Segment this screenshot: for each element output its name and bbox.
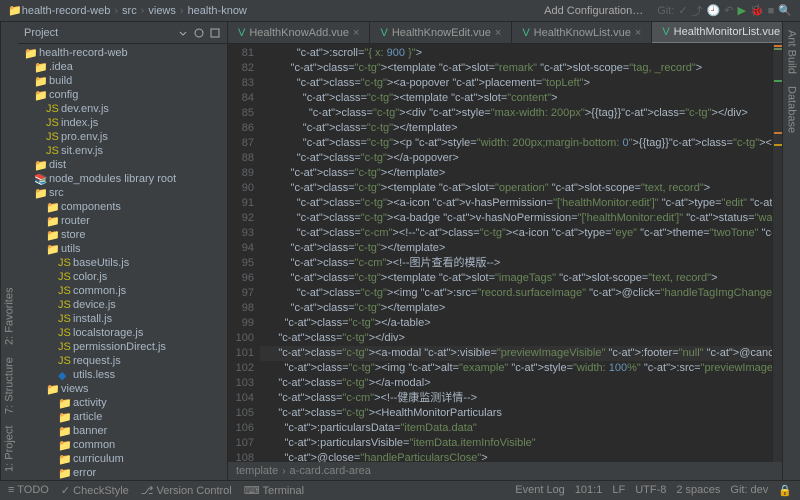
left-tool-window-bar[interactable]: 1: Project7: Structure2: Favorites [0,22,18,480]
tree-item[interactable]: 📁health-record-web [18,46,227,60]
code-editor[interactable]: "c-at">:scroll="{ x: 900 }"> "c-at">clas… [260,44,772,462]
tree-item[interactable]: 📁config [18,88,227,102]
lock-icon: 🔒 [778,484,792,497]
tree-item[interactable]: JSdev.env.js [18,102,227,116]
tree-item[interactable]: JScolor.js [18,270,227,284]
collapse-icon[interactable] [177,27,189,39]
hide-icon[interactable] [209,27,221,39]
add-config-link[interactable]: Add Configuration… [544,5,643,17]
git-branch[interactable]: Git: dev [730,484,768,497]
title-bar: 📁 health-record-web› src› views› health-… [0,0,800,22]
editor-tab[interactable]: VHealthMonitorList.vue× [652,22,782,43]
indent[interactable]: 2 spaces [676,484,720,497]
debug-icon[interactable]: 🐞 [750,4,764,17]
tree-item[interactable]: 📁common [18,438,227,452]
tree-item[interactable]: JSdevice.js [18,298,227,312]
tree-item[interactable]: JSpermissionDirect.js [18,340,227,354]
tree-item[interactable]: JSpro.env.js [18,130,227,144]
line-sep[interactable]: LF [612,484,625,497]
project-panel: Project 📁health-record-web📁.idea📁build📁c… [18,22,228,480]
tool-todo[interactable]: ≡ TODO [8,484,49,497]
tree-item[interactable]: 📁build [18,74,227,88]
close-icon[interactable]: × [495,27,501,39]
run-icon[interactable]: ▶ [737,4,745,17]
close-icon[interactable]: × [353,27,359,39]
tree-item[interactable]: JSindex.js [18,116,227,130]
event-log[interactable]: Event Log [515,484,565,497]
tree-item[interactable]: 📁.idea [18,60,227,74]
tree-item[interactable]: 📁article [18,410,227,424]
tree-item[interactable]: 📁utils [18,242,227,256]
toolbar-icons: Git: ✓ ⤴ 🕘 ↶ ▶ 🐞 ■ 🔍 [657,3,792,19]
status-bar: ≡ TODO ✓ CheckStyle ⎇ Version Control ⌨ … [0,480,800,500]
tree-item[interactable]: 📁banner [18,424,227,438]
tool-checkstyle[interactable]: ✓ CheckStyle [61,484,129,497]
editor-tab[interactable]: VHealthKnowEdit.vue× [370,22,512,43]
tree-item[interactable]: 📁dist [18,158,227,172]
vcs-update-icon[interactable]: ✓ [678,4,687,17]
tool-vcs[interactable]: ⎇ Version Control [141,484,232,497]
close-icon[interactable]: × [635,27,641,39]
line-gutter: 8182838485868788899091929394959697989910… [228,44,260,462]
tree-item[interactable]: 📚node_modules library root [18,172,227,186]
tree-item[interactable]: JSrequest.js [18,354,227,368]
cursor-pos: 101:1 [575,484,603,497]
vcs-history-icon[interactable]: 🕘 [707,4,721,17]
stop-icon[interactable]: ■ [768,5,775,17]
editor-tab[interactable]: VHealthKnowList.vue× [512,22,652,43]
tree-item[interactable]: 📁curriculum [18,452,227,466]
tree-item[interactable]: JSbaseUtils.js [18,256,227,270]
tree-item[interactable]: 📁router [18,214,227,228]
encoding[interactable]: UTF-8 [635,484,666,497]
app-icon: 📁 [8,4,22,17]
tree-item[interactable]: 📁activity [18,396,227,410]
gear-icon[interactable] [193,27,205,39]
tree-item[interactable]: JSlocalstorage.js [18,326,227,340]
breadcrumb: health-record-web› src› views› health-kn… [22,5,530,17]
tree-item[interactable]: JScommon.js [18,284,227,298]
tree-item[interactable]: 📁views [18,382,227,396]
undo-icon[interactable]: ↶ [724,4,733,17]
tree-item[interactable]: ◆utils.less [18,368,227,382]
project-tree[interactable]: 📁health-record-web📁.idea📁build📁configJSd… [18,44,227,480]
tool-terminal[interactable]: ⌨ Terminal [244,484,304,497]
tree-item[interactable]: 📁src [18,186,227,200]
editor-tabs[interactable]: VHealthKnowAdd.vue×VHealthKnowEdit.vue×V… [228,22,782,44]
project-panel-header: Project [18,22,227,44]
tree-item[interactable]: 📁error [18,466,227,480]
tree-item[interactable]: 📁components [18,200,227,214]
tree-item[interactable]: JSsit.env.js [18,144,227,158]
right-tool-window-bar[interactable]: Ant BuildDatabase [782,22,800,480]
tree-item[interactable]: JSinstall.js [18,312,227,326]
editor-breadcrumb[interactable]: template › a-card.card-area [228,462,782,480]
minimap[interactable] [772,44,782,462]
search-icon[interactable]: 🔍 [778,4,792,17]
editor-tab[interactable]: VHealthKnowAdd.vue× [228,22,370,43]
vcs-commit-icon[interactable]: ⤴ [692,3,703,19]
tree-item[interactable]: 📁store [18,228,227,242]
